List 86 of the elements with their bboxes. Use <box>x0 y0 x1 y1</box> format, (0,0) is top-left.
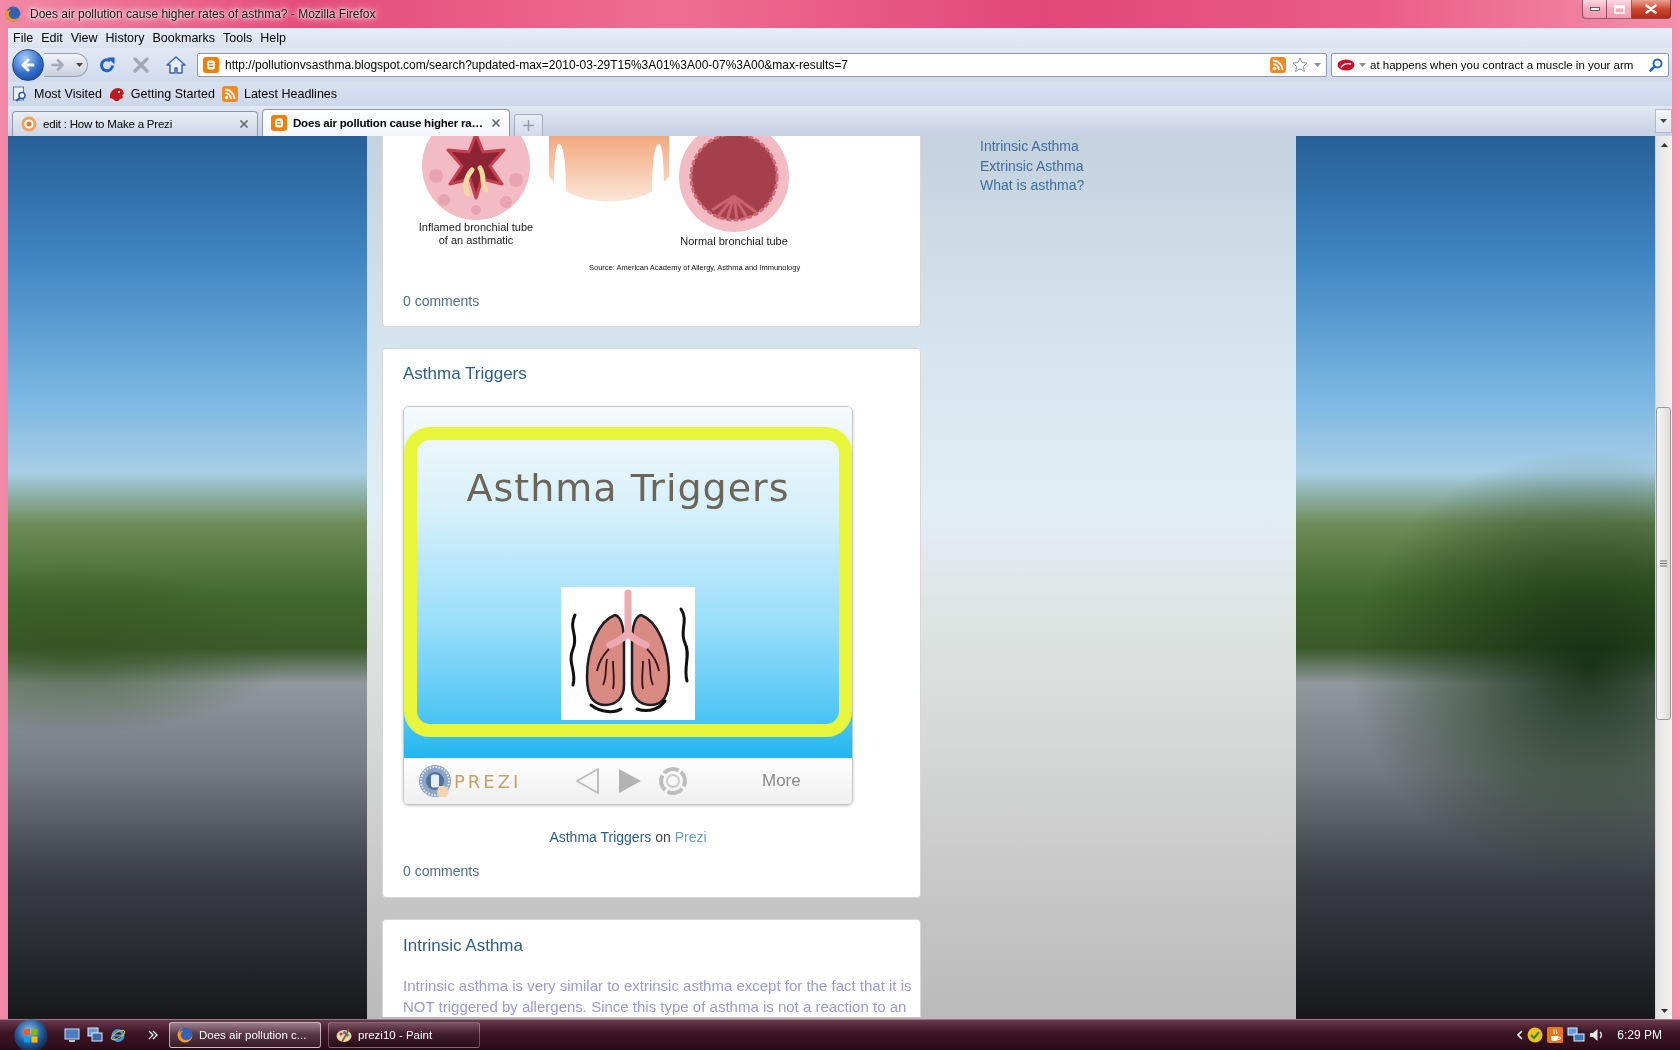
check-badge-icon[interactable] <box>1527 1027 1544 1043</box>
reload-icon <box>98 56 116 74</box>
minimize-button[interactable] <box>1582 0 1607 19</box>
taskbar-button[interactable]: Does air pollution c... <box>169 1022 321 1048</box>
maximize-icon <box>1613 4 1625 14</box>
arrow-right-icon <box>51 59 65 71</box>
paint-palette-icon <box>336 1027 352 1043</box>
comments-link[interactable]: 0 comments <box>403 292 480 310</box>
caret-icon <box>1660 119 1667 123</box>
menu-item[interactable]: Bookmarks <box>148 29 219 47</box>
home-icon <box>166 56 186 74</box>
bookmark-item[interactable]: Latest Headlines <box>218 86 341 102</box>
grip-icon <box>1660 560 1667 567</box>
caret-up-icon <box>1660 142 1668 147</box>
bookmark-item[interactable]: Most Visited <box>9 86 105 102</box>
cup-icon[interactable] <box>1547 1027 1564 1043</box>
bookmark-item[interactable]: Getting Started <box>105 86 218 102</box>
triangle-left-icon <box>574 767 600 795</box>
menu-item[interactable]: Edit <box>37 29 67 47</box>
taskbar-button[interactable]: prezi10 - Paint <box>328 1022 480 1048</box>
address-field[interactable]: http://pollutionvsasthma.blogspot.com/search?updated-max=2010-03-29T15%3A01%3A00-07%3A00&max-results=7 <box>197 53 1327 77</box>
maximize-button[interactable] <box>1607 0 1632 19</box>
stacked-windows-icon <box>87 1027 103 1043</box>
menu-item[interactable]: View <box>66 29 102 47</box>
menu-item[interactable]: Tools <box>219 29 257 47</box>
sidebar-link[interactable]: Extrinsic Asthma <box>980 156 1085 176</box>
search-engine-icon[interactable] <box>1337 59 1355 71</box>
sidebar-link[interactable]: Intrinsic Asthma <box>980 137 1085 157</box>
sidebar-link[interactable]: What is asthma? <box>980 176 1085 196</box>
close-icon[interactable] <box>239 119 249 129</box>
chevron-left-icon[interactable] <box>1516 1030 1524 1040</box>
stop-icon <box>133 57 149 73</box>
menu-item[interactable]: File <box>9 29 38 47</box>
post-title[interactable]: Intrinsic Asthma <box>403 935 523 957</box>
window-title: Does air pollution cause higher rates of asthma? - Mozilla Firefox <box>30 6 376 22</box>
post-title[interactable]: Asthma Triggers <box>403 363 527 385</box>
caret-icon <box>1359 63 1366 67</box>
back-button[interactable] <box>12 49 44 81</box>
caret-icon <box>1314 63 1321 67</box>
scroll-thumb[interactable] <box>1656 407 1671 720</box>
browser-tab[interactable]: edit : How to Make a Prezi <box>12 111 258 136</box>
close-button[interactable] <box>1632 0 1671 19</box>
menu-item[interactable]: History <box>101 29 149 47</box>
search-icon[interactable] <box>1649 58 1663 72</box>
ring-icon <box>21 116 37 132</box>
monitor-icon <box>64 1027 80 1043</box>
caret-icon <box>76 63 83 67</box>
tab-list-button[interactable] <box>1655 109 1672 133</box>
animal-head-icon <box>108 86 125 102</box>
show-desktop-button[interactable] <box>64 1027 80 1043</box>
search-field[interactable]: at happens when you contract a muscle in your arm <box>1331 53 1669 77</box>
play-icon <box>618 768 642 794</box>
page-search-icon <box>12 86 28 102</box>
star-icon[interactable] <box>1292 57 1308 73</box>
comments-link[interactable]: 0 comments <box>403 862 480 880</box>
start-orb-icon <box>14 1019 48 1050</box>
plus-icon <box>523 120 534 131</box>
switch-windows-button[interactable] <box>87 1027 103 1043</box>
rss-feed-icon <box>221 86 238 102</box>
ring-icon <box>658 766 688 796</box>
figure-caption: Inflamed bronchial tube of an asthmatic <box>417 221 535 247</box>
minimize-icon <box>1589 7 1600 11</box>
logo-badge-icon <box>418 764 452 798</box>
web-browser-button[interactable] <box>110 1027 126 1043</box>
double-chevron-icon <box>148 1030 158 1040</box>
rss-feed-icon <box>1270 57 1286 73</box>
figure-caption: Normal bronchial tube <box>680 235 788 248</box>
start-button[interactable] <box>14 1019 48 1050</box>
site-favicon-icon <box>203 57 219 73</box>
embed-caption: Asthma Triggers on Prezi <box>548 828 708 846</box>
clock: 6:29 PM <box>1617 1028 1662 1042</box>
arrow-left-icon <box>20 58 36 72</box>
menu-item[interactable]: Help <box>256 29 290 47</box>
site-favicon-icon <box>271 115 287 131</box>
browser-tab[interactable]: Does air pollution cause higher ra… <box>262 109 510 136</box>
close-icon <box>1645 4 1657 14</box>
history-dropdown-button[interactable] <box>74 53 88 77</box>
post-text: Intrinsic asthma is very similar to extrinsic asthma except for the fact that it is NOT triggered by allergens. Since this type of asthma is not a reaction to an <box>403 976 913 1017</box>
caret-down-icon <box>1660 1008 1668 1013</box>
close-icon[interactable] <box>491 118 501 128</box>
browser-logo-icon <box>5 6 21 22</box>
slide-title: Asthma Triggers <box>466 465 790 511</box>
presentation-link[interactable]: Asthma Triggers <box>549 829 652 845</box>
browser-logo-icon <box>177 1027 193 1043</box>
globe-orbit-icon <box>110 1027 126 1043</box>
network-icon[interactable] <box>1567 1027 1586 1043</box>
